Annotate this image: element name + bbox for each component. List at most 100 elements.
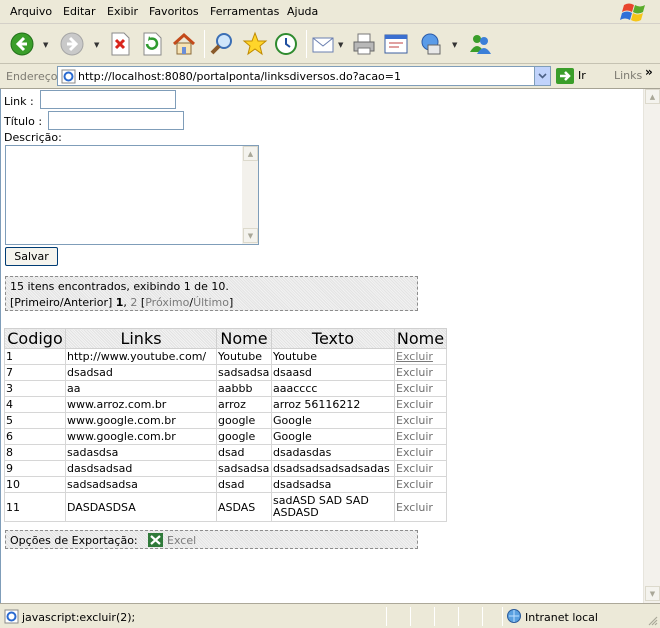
- status-divider: [458, 607, 459, 626]
- page-scrollbar[interactable]: ▲ ▼: [643, 89, 660, 603]
- cell-texto: sadASD SAD SAD ASDASD: [271, 492, 395, 522]
- messenger-button[interactable]: [417, 29, 445, 59]
- menu-ferramentas[interactable]: Ferramentas: [210, 5, 279, 18]
- cell-texto: Youtube: [271, 348, 395, 365]
- scroll-up-icon[interactable]: ▲: [645, 89, 660, 104]
- page-viewport: Link : Título : Descrição: ▲ ▼ Salvar 15…: [0, 89, 660, 603]
- link-input[interactable]: [40, 90, 176, 109]
- back-dropdown-icon[interactable]: ▼: [43, 41, 48, 49]
- excluir-link[interactable]: Excluir: [396, 382, 433, 395]
- favorites-icon: [242, 31, 268, 56]
- last-link[interactable]: Último: [193, 296, 229, 309]
- next-link[interactable]: Próximo: [145, 296, 189, 309]
- cell-texto: dsadasdas: [271, 444, 395, 461]
- excluir-link[interactable]: Excluir: [396, 446, 433, 459]
- cell-texto: dsadsadsa: [271, 476, 395, 493]
- table-row: 10 sadsadsadsa dsad dsadsadsa Excluir: [4, 476, 447, 493]
- back-button[interactable]: [8, 29, 36, 59]
- table-row: 7 dsadsad sadsadsa dsaasd Excluir: [4, 364, 447, 381]
- scroll-down-icon[interactable]: ▼: [243, 228, 258, 243]
- table-row: 3 aa aabbb aaacccc Excluir: [4, 380, 447, 397]
- excluir-link[interactable]: Excluir: [396, 478, 433, 491]
- go-button[interactable]: Ir: [556, 67, 606, 85]
- status-divider: [502, 607, 503, 626]
- excluir-link[interactable]: Excluir: [396, 430, 433, 443]
- stop-icon: [111, 32, 130, 56]
- address-url: http://localhost:8080/portalponta/linksd…: [78, 70, 402, 83]
- cell-codigo: 3: [4, 380, 66, 397]
- cell-link: dsadsad: [65, 364, 217, 381]
- cell-nome: dsad: [216, 476, 272, 493]
- description-textarea[interactable]: ▲ ▼: [5, 145, 259, 245]
- favorites-button[interactable]: [241, 29, 269, 59]
- address-dropdown-button[interactable]: [534, 67, 550, 85]
- intranet-zone-icon: [507, 609, 521, 623]
- cell-texto: aaacccc: [271, 380, 395, 397]
- export-options: Opções de Exportação: Excel: [5, 530, 418, 549]
- history-button[interactable]: [272, 29, 300, 59]
- status-text: javascript:excluir(2);: [22, 611, 136, 624]
- cell-codigo: 7: [4, 364, 66, 381]
- status-divider: [482, 607, 483, 626]
- address-input[interactable]: http://localhost:8080/portalponta/linksd…: [57, 66, 551, 86]
- save-button[interactable]: Salvar: [5, 247, 58, 266]
- cell-codigo: 11: [4, 492, 66, 522]
- edit-button[interactable]: [382, 29, 410, 59]
- title-input[interactable]: [48, 111, 184, 130]
- links-chevron-icon[interactable]: »: [645, 65, 653, 79]
- mail-icon: [312, 37, 334, 53]
- cell-nome: sadsadsa: [216, 460, 272, 477]
- excel-icon[interactable]: [148, 533, 163, 547]
- table-row: 6 www.google.com.br google Google Exclui…: [4, 428, 447, 445]
- ie-page-icon: [4, 609, 19, 624]
- excluir-link[interactable]: Excluir: [396, 414, 433, 427]
- cell-texto: Google: [271, 428, 395, 445]
- messenger-dropdown-icon[interactable]: ▼: [452, 41, 457, 49]
- page-2-link[interactable]: 2: [130, 296, 137, 309]
- excel-export-link[interactable]: Excel: [167, 534, 196, 547]
- menu-exibir[interactable]: Exibir: [107, 5, 138, 18]
- status-divider: [386, 607, 387, 626]
- menu-favoritos[interactable]: Favoritos: [149, 5, 199, 18]
- link-label: Link :: [4, 95, 34, 108]
- mail-dropdown-icon[interactable]: ▼: [338, 41, 343, 49]
- home-button[interactable]: [170, 29, 198, 59]
- scroll-up-icon[interactable]: ▲: [243, 146, 258, 161]
- cell-codigo: 4: [4, 396, 66, 413]
- scroll-down-icon[interactable]: ▼: [645, 586, 660, 601]
- description-scrollbar[interactable]: ▲ ▼: [242, 146, 258, 244]
- results-count: 15 itens encontrados, exibindo 1 de 10.: [10, 280, 229, 293]
- header-texto: Texto: [271, 328, 395, 349]
- excluir-link[interactable]: Excluir: [396, 350, 433, 363]
- excluir-link[interactable]: Excluir: [396, 366, 433, 379]
- links-label[interactable]: Links: [614, 69, 642, 82]
- contacts-icon: [470, 35, 491, 54]
- mail-button[interactable]: [310, 29, 338, 59]
- contacts-button[interactable]: [466, 29, 494, 59]
- search-button[interactable]: [208, 29, 236, 59]
- excluir-link[interactable]: Excluir: [396, 501, 433, 514]
- table-row: 5 www.google.com.br google Google Exclui…: [4, 412, 447, 429]
- go-arrow-icon: [556, 68, 574, 84]
- forward-button[interactable]: [58, 29, 86, 59]
- address-label: Endereço: [6, 70, 58, 83]
- excluir-link[interactable]: Excluir: [396, 398, 433, 411]
- forward-dropdown-icon[interactable]: ▼: [94, 41, 99, 49]
- menu-editar[interactable]: Editar: [63, 5, 96, 18]
- resize-grip-icon[interactable]: [646, 614, 658, 626]
- cell-texto: arroz 56116212: [271, 396, 395, 413]
- menu-bar: Arquivo Editar Exibir Favoritos Ferramen…: [0, 0, 660, 24]
- cell-texto: Google: [271, 412, 395, 429]
- refresh-button[interactable]: [138, 29, 166, 59]
- stop-button[interactable]: [106, 29, 134, 59]
- excluir-link[interactable]: Excluir: [396, 462, 433, 475]
- menu-arquivo[interactable]: Arquivo: [10, 5, 52, 18]
- pager-separator: ,: [123, 296, 127, 309]
- refresh-icon: [143, 32, 162, 56]
- menu-ajuda[interactable]: Ajuda: [287, 5, 318, 18]
- toolbar-separator: [204, 30, 205, 58]
- title-label: Título :: [4, 115, 43, 128]
- back-icon: [10, 32, 34, 56]
- status-divider: [410, 607, 411, 626]
- print-button[interactable]: [350, 29, 378, 59]
